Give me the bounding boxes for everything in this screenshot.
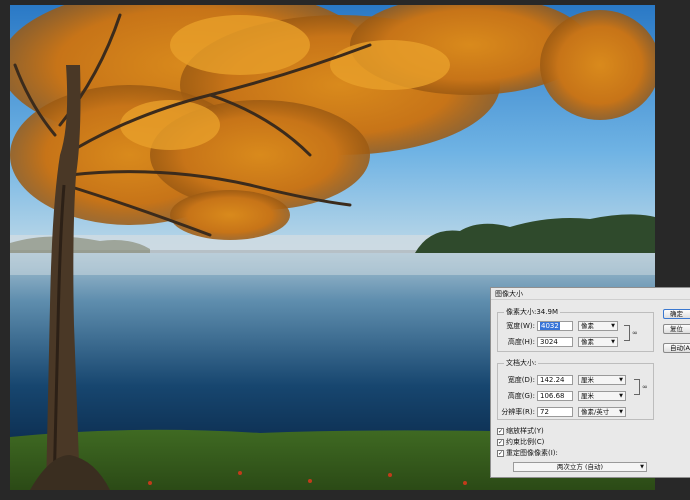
pixel-width-input[interactable]: 4032 — [537, 320, 573, 331]
constrain-proportions-label: 约束比例(C) — [506, 438, 545, 446]
chevron-down-icon: ▼ — [619, 376, 623, 383]
image-size-dialog: 图像大小 像素大小:34.9M 宽度(W): 4032 像素 ▼ 高度(H): 3… — [490, 287, 690, 478]
pixel-width-unit-select[interactable]: 像素 ▼ — [578, 320, 618, 331]
resolution-input[interactable]: 72 — [537, 406, 573, 417]
pixel-width-row: 宽度(W): 4032 像素 ▼ — [499, 320, 618, 331]
doc-width-input[interactable]: 142.24 — [537, 374, 573, 385]
document-size-legend: 文档大小: — [504, 359, 539, 368]
doc-width-unit-select[interactable]: 厘米 ▼ — [578, 374, 626, 385]
scale-styles-checkbox[interactable]: ✓ 缩放样式(Y) — [497, 426, 544, 436]
chain-link-icon: ∞ — [632, 329, 638, 337]
chevron-down-icon: ▼ — [611, 338, 615, 345]
resample-image-label: 重定图像像素(I): — [506, 449, 558, 457]
checkbox-checked-icon: ✓ — [497, 438, 504, 446]
dialog-title: 图像大小 — [491, 288, 690, 300]
checkbox-checked-icon: ✓ — [497, 427, 504, 435]
resolution-row: 分辨率(R): 72 像素/英寸 ▼ — [499, 406, 626, 417]
doc-height-row: 高度(G): 106.68 厘米 ▼ — [499, 390, 626, 401]
pixel-constrain-bracket — [624, 325, 630, 341]
pixel-height-label: 高度(H): — [507, 337, 535, 346]
pixel-height-row: 高度(H): 3024 像素 ▼ — [499, 336, 618, 347]
scale-styles-label: 缩放样式(Y) — [506, 427, 544, 435]
reset-button[interactable]: 复位 — [663, 324, 690, 334]
pixel-height-input[interactable]: 3024 — [537, 336, 573, 347]
doc-height-input[interactable]: 106.68 — [537, 390, 573, 401]
pixel-dimensions-legend: 像素大小:34.9M — [504, 308, 560, 317]
resample-method-select[interactable]: 两次立方 (自动) ▼ — [513, 462, 647, 472]
constrain-proportions-checkbox[interactable]: ✓ 约束比例(C) — [497, 437, 544, 447]
resolution-unit-select[interactable]: 像素/英寸 ▼ — [578, 406, 626, 417]
resolution-label: 分辨率(R): — [501, 407, 535, 416]
doc-width-label: 宽度(D): — [507, 375, 535, 384]
pixel-width-label: 宽度(W): — [506, 321, 535, 330]
photoshop-workspace: 图像大小 像素大小:34.9M 宽度(W): 4032 像素 ▼ 高度(H): 3… — [0, 0, 690, 500]
auto-button[interactable]: 自动(A)... — [663, 343, 690, 353]
resample-image-checkbox[interactable]: ✓ 重定图像像素(I): — [497, 448, 558, 458]
chevron-down-icon: ▼ — [619, 408, 623, 415]
chevron-down-icon: ▼ — [640, 464, 644, 470]
chevron-down-icon: ▼ — [611, 322, 615, 329]
chevron-down-icon: ▼ — [619, 392, 623, 399]
pixel-height-unit-select[interactable]: 像素 ▼ — [578, 336, 618, 347]
ok-button[interactable]: 确定 — [663, 309, 690, 319]
checkbox-checked-icon: ✓ — [497, 449, 504, 457]
chain-link-icon: ∞ — [642, 383, 648, 391]
doc-height-label: 高度(G): — [507, 391, 535, 400]
doc-width-row: 宽度(D): 142.24 厘米 ▼ — [499, 374, 626, 385]
doc-height-unit-select[interactable]: 厘米 ▼ — [578, 390, 626, 401]
doc-constrain-bracket — [634, 379, 640, 395]
